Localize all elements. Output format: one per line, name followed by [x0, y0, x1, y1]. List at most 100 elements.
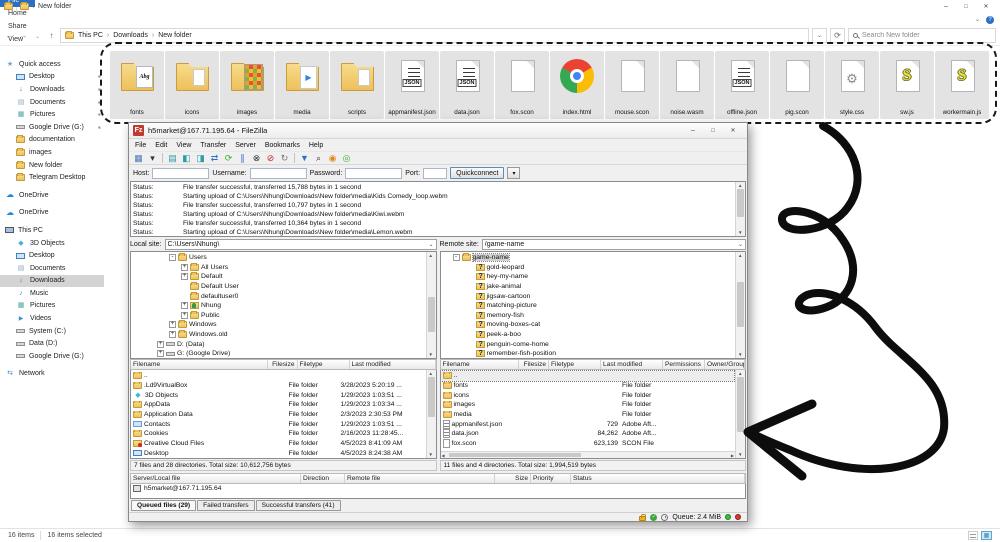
sidebar-item[interactable]: Videos — [0, 312, 104, 325]
local-site-combo[interactable]: C:\Users\Nhung\ — [165, 239, 437, 250]
toggle-log-icon[interactable]: ▤ — [166, 152, 179, 164]
tree-item[interactable]: remember-fish-position — [441, 349, 735, 359]
refresh-icon[interactable] — [830, 28, 845, 43]
process-queue-icon[interactable]: ∥ — [236, 152, 249, 164]
file-row[interactable]: fonts File folder — [441, 381, 735, 391]
local-tree-scrollbar[interactable] — [426, 252, 436, 358]
expander-icon[interactable]: + — [181, 273, 188, 280]
column-header[interactable]: Filesize — [268, 360, 298, 369]
tree-item[interactable]: gold-leopard — [441, 263, 735, 273]
file-tile[interactable]: style.css — [825, 51, 879, 119]
expander-icon[interactable]: - — [169, 254, 176, 261]
file-tile[interactable]: fonts — [110, 51, 164, 119]
file-tile[interactable]: images — [220, 51, 274, 119]
tree-item[interactable]: + Windows — [131, 320, 425, 330]
file-tile[interactable]: mouse.scon — [605, 51, 659, 119]
column-header[interactable]: Size — [495, 474, 531, 483]
queue-tab[interactable]: Failed transfers — [197, 500, 254, 511]
file-tile[interactable]: workermain.js — [935, 51, 989, 119]
queue-server-row[interactable]: h5market@167.71.195.64 — [133, 485, 743, 492]
tree-item[interactable]: + All Users — [131, 263, 425, 273]
sidebar-item[interactable]: Pictures — [0, 300, 104, 313]
port-input[interactable] — [423, 168, 447, 179]
expander-icon[interactable]: + — [181, 302, 188, 309]
tree-item[interactable]: + Public — [131, 311, 425, 321]
tree-item[interactable]: - Users — [131, 253, 425, 263]
column-header[interactable]: Last modified — [601, 360, 663, 369]
column-header[interactable]: Filename — [131, 360, 268, 369]
tree-item[interactable]: matching-picture — [441, 301, 735, 311]
separator[interactable] — [294, 153, 295, 163]
column-header[interactable]: Status — [571, 474, 745, 483]
tree-item[interactable]: jake-animal — [441, 282, 735, 292]
sidebar-item[interactable]: Downloads — [0, 83, 104, 96]
refresh-icon[interactable]: ⟳ — [222, 152, 235, 164]
menu-item[interactable]: Transfer — [200, 142, 226, 149]
file-row[interactable]: appmanifest.json 729 Adobe Aft... — [441, 419, 735, 429]
help-icon[interactable] — [986, 16, 994, 24]
expander-icon[interactable]: + — [181, 312, 188, 319]
details-view-icon[interactable] — [968, 531, 978, 540]
remote-list-scrollbar[interactable] — [735, 370, 745, 458]
file-tile[interactable]: noise.wasm — [660, 51, 714, 119]
file-row[interactable]: 3D Objects File folder 1/29/2023 1:03:51… — [131, 390, 425, 400]
sidebar-item[interactable]: Quick access — [0, 58, 104, 71]
toggle-queue-icon[interactable]: ⇄ — [208, 152, 221, 164]
disconnect-icon[interactable]: ⊘ — [264, 152, 277, 164]
sidebar-item[interactable]: Downloads — [0, 275, 104, 288]
large-icons-view-icon[interactable] — [981, 531, 992, 540]
close-button[interactable] — [976, 0, 996, 13]
local-list-scrollbar[interactable] — [426, 370, 436, 458]
reconnect-icon[interactable]: ↻ — [278, 152, 291, 164]
search-input[interactable] — [862, 32, 991, 39]
expander-icon[interactable]: + — [181, 264, 188, 271]
breadcrumb-segment[interactable]: Downloads — [103, 32, 148, 39]
sidebar-item[interactable]: This PC — [0, 224, 104, 237]
sidebar-item[interactable]: images — [0, 146, 104, 159]
sidebar-item[interactable]: Music — [0, 287, 104, 300]
tree-item[interactable]: + D: (Data) — [131, 339, 425, 349]
column-header[interactable]: Owner/Group — [705, 360, 745, 369]
tree-item[interactable]: + G: (Google Drive) — [131, 349, 425, 359]
file-row[interactable]: .. — [131, 371, 425, 381]
sidebar-item[interactable]: System (C:) — [0, 325, 104, 338]
column-header[interactable]: Filetype — [549, 360, 601, 369]
column-header[interactable]: Priority — [531, 474, 571, 483]
remote-tree-scrollbar[interactable] — [735, 252, 745, 358]
expander-icon[interactable]: + — [169, 321, 176, 328]
breadcrumb-segment[interactable]: This PC — [78, 32, 103, 39]
column-header[interactable]: Permissions — [663, 360, 705, 369]
queue-tab[interactable]: Successful transfers (41) — [256, 500, 341, 511]
separator[interactable] — [162, 153, 163, 163]
tree-item[interactable]: - game-name — [441, 253, 735, 263]
tree-item[interactable]: + Windows.old — [131, 330, 425, 340]
expander-icon[interactable]: + — [169, 331, 176, 338]
file-tile[interactable]: fox.scon — [495, 51, 549, 119]
recent-locations-icon[interactable] — [32, 31, 43, 40]
forward-button[interactable] — [18, 31, 29, 40]
file-row[interactable]: Desktop File folder 4/5/2023 8:24:38 AM — [131, 449, 425, 459]
column-header[interactable]: Last modified — [350, 360, 436, 369]
file-row[interactable]: Cookies File folder 2/16/2023 11:28:45..… — [131, 429, 425, 439]
toggle-local-tree-icon[interactable]: ◧ — [180, 152, 193, 164]
remote-site-combo[interactable]: /game-name — [482, 239, 746, 250]
column-header[interactable]: Remote file — [345, 474, 495, 483]
breadcrumb[interactable]: This PCDownloadsNew folder — [60, 28, 809, 43]
remote-list-hscrollbar[interactable] — [441, 451, 736, 458]
site-manager-icon[interactable]: ▦ — [132, 152, 145, 164]
find-icon[interactable]: ⌕ — [312, 152, 325, 164]
expander-icon[interactable]: - — [453, 254, 460, 261]
menu-item[interactable]: Bookmarks — [265, 142, 300, 149]
file-row[interactable]: media File folder — [441, 410, 735, 420]
up-button[interactable] — [46, 31, 57, 40]
search-box[interactable] — [848, 28, 996, 43]
password-input[interactable] — [345, 168, 402, 179]
quick-access-toolbar-icon[interactable] — [20, 3, 29, 10]
sidebar-item[interactable]: Documents — [0, 96, 104, 109]
expander-icon[interactable]: + — [157, 350, 164, 357]
column-header[interactable]: Direction — [301, 474, 345, 483]
ribbon-expand-icon[interactable] — [975, 16, 980, 23]
menu-item[interactable]: Edit — [155, 142, 167, 149]
tree-item[interactable]: peek-a-boo — [441, 330, 735, 340]
sidebar-item[interactable]: Data (D:) — [0, 337, 104, 350]
